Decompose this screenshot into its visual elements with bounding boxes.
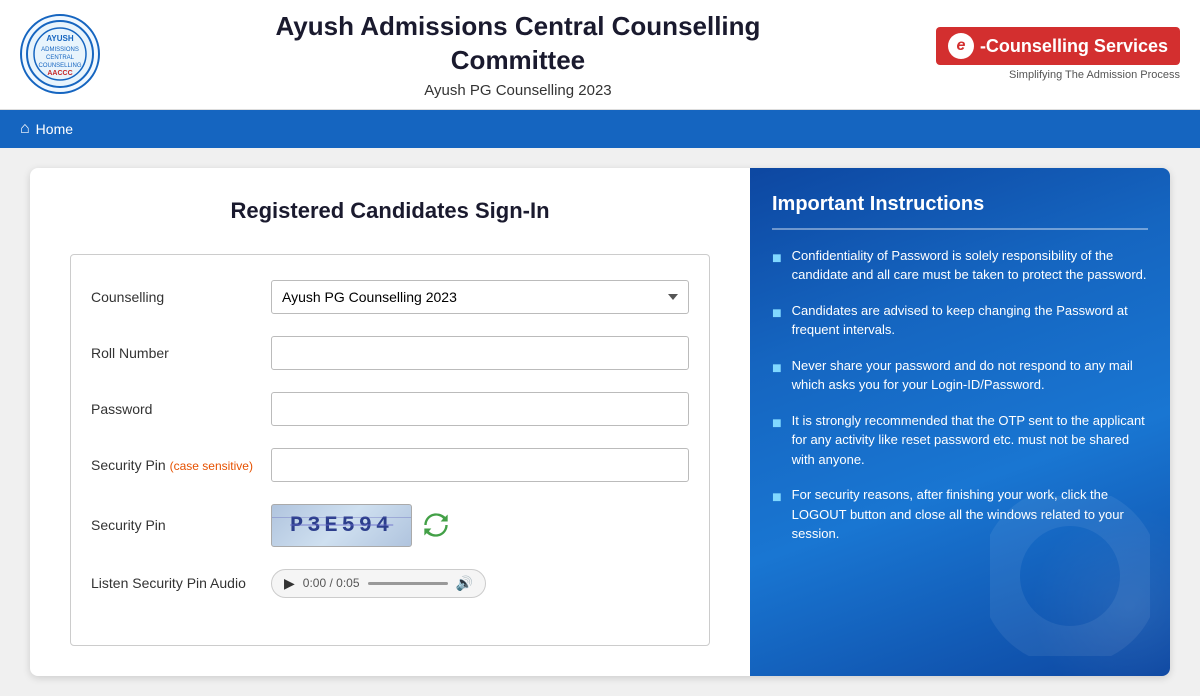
- instruction-item-2: ■ Candidates are advised to keep changin…: [772, 301, 1148, 340]
- instruction-text-3: Never share your password and do not res…: [792, 356, 1148, 395]
- site-title: Ayush Admissions Central Counselling Com…: [100, 10, 936, 78]
- instruction-text-5: For security reasons, after finishing yo…: [792, 485, 1148, 544]
- home-link[interactable]: ⌂ Home: [20, 120, 73, 138]
- roll-number-label: Roll Number: [91, 345, 271, 361]
- password-row: Password: [91, 392, 689, 426]
- refresh-captcha-button[interactable]: [422, 511, 450, 539]
- security-pin-captcha-row: Security Pin P3E594: [91, 504, 689, 547]
- site-subtitle: Ayush PG Counselling 2023: [100, 82, 936, 99]
- logo-right: e -Counselling Services Simplifying The …: [936, 27, 1180, 81]
- password-label: Password: [91, 401, 271, 417]
- security-pin-input-label: Security Pin (case sensitive): [91, 457, 271, 473]
- audio-progress-bar[interactable]: [368, 582, 448, 585]
- bullet-5: ■: [772, 486, 782, 544]
- ecounselling-badge: e -Counselling Services: [936, 27, 1180, 65]
- play-button[interactable]: ▶: [284, 575, 295, 592]
- audio-time: 0:00 / 0:05: [303, 576, 360, 590]
- header-center: Ayush Admissions Central Counselling Com…: [100, 10, 936, 99]
- counselling-select[interactable]: Ayush PG Counselling 2023: [271, 280, 689, 314]
- logo-left: AYUSH ADMISSIONS CENTRAL COUNSELLING AAC…: [20, 14, 100, 94]
- aaccc-logo: AYUSH ADMISSIONS CENTRAL COUNSELLING AAC…: [20, 14, 100, 94]
- form-panel: Registered Candidates Sign-In Counsellin…: [30, 168, 750, 676]
- case-sensitive-note: (case sensitive): [170, 459, 253, 473]
- svg-text:AYUSH: AYUSH: [46, 34, 73, 43]
- security-pin-captcha-label: Security Pin: [91, 517, 271, 533]
- instruction-item-3: ■ Never share your password and do not r…: [772, 356, 1148, 395]
- ecounselling-tagline: Simplifying The Admission Process: [1009, 69, 1180, 81]
- counselling-label: Counselling: [91, 289, 271, 305]
- instruction-text-4: It is strongly recommended that the OTP …: [792, 411, 1148, 470]
- security-pin-input-row: Security Pin (case sensitive): [91, 448, 689, 482]
- ecounselling-label: -Counselling Services: [980, 36, 1168, 57]
- page-header: AYUSH ADMISSIONS CENTRAL COUNSELLING AAC…: [0, 0, 1200, 110]
- instructions-title: Important Instructions: [772, 193, 1148, 216]
- volume-icon: 🔊: [456, 575, 473, 592]
- roll-number-row: Roll Number: [91, 336, 689, 370]
- home-icon: ⌂: [20, 120, 30, 138]
- bullet-4: ■: [772, 412, 782, 470]
- main-content: Registered Candidates Sign-In Counsellin…: [0, 148, 1200, 696]
- instructions-divider: [772, 228, 1148, 230]
- navbar: ⌂ Home: [0, 110, 1200, 148]
- home-label: Home: [36, 121, 73, 137]
- audio-player: ▶ 0:00 / 0:05 🔊: [271, 569, 486, 598]
- svg-text:COUNSELLING: COUNSELLING: [38, 63, 81, 69]
- instruction-item-1: ■ Confidentiality of Password is solely …: [772, 246, 1148, 285]
- instructions-list: ■ Confidentiality of Password is solely …: [772, 246, 1148, 544]
- roll-number-input[interactable]: [271, 336, 689, 370]
- listen-audio-label: Listen Security Pin Audio: [91, 575, 271, 591]
- content-card: Registered Candidates Sign-In Counsellin…: [30, 168, 1170, 676]
- instruction-item-4: ■ It is strongly recommended that the OT…: [772, 411, 1148, 470]
- instruction-text-2: Candidates are advised to keep changing …: [792, 301, 1148, 340]
- e-icon: e: [948, 33, 974, 59]
- bullet-2: ■: [772, 302, 782, 340]
- instructions-panel: Important Instructions ■ Confidentiality…: [750, 168, 1170, 676]
- form-title: Registered Candidates Sign-In: [70, 198, 710, 224]
- svg-text:ADMISSIONS: ADMISSIONS: [41, 47, 79, 53]
- instruction-text-1: Confidentiality of Password is solely re…: [792, 246, 1148, 285]
- svg-text:AACCC: AACCC: [47, 70, 72, 77]
- refresh-icon: [422, 511, 450, 539]
- password-input[interactable]: [271, 392, 689, 426]
- svg-text:CENTRAL: CENTRAL: [46, 55, 75, 61]
- bullet-3: ■: [772, 357, 782, 395]
- listen-audio-row: Listen Security Pin Audio ▶ 0:00 / 0:05 …: [91, 569, 689, 598]
- bullet-1: ■: [772, 247, 782, 285]
- captcha-image: P3E594: [271, 504, 412, 547]
- captcha-container: P3E594: [271, 504, 450, 547]
- counselling-row: Counselling Ayush PG Counselling 2023: [91, 280, 689, 314]
- instruction-item-5: ■ For security reasons, after finishing …: [772, 485, 1148, 544]
- form-inner: Counselling Ayush PG Counselling 2023 Ro…: [70, 254, 710, 646]
- security-pin-text-input[interactable]: [271, 448, 689, 482]
